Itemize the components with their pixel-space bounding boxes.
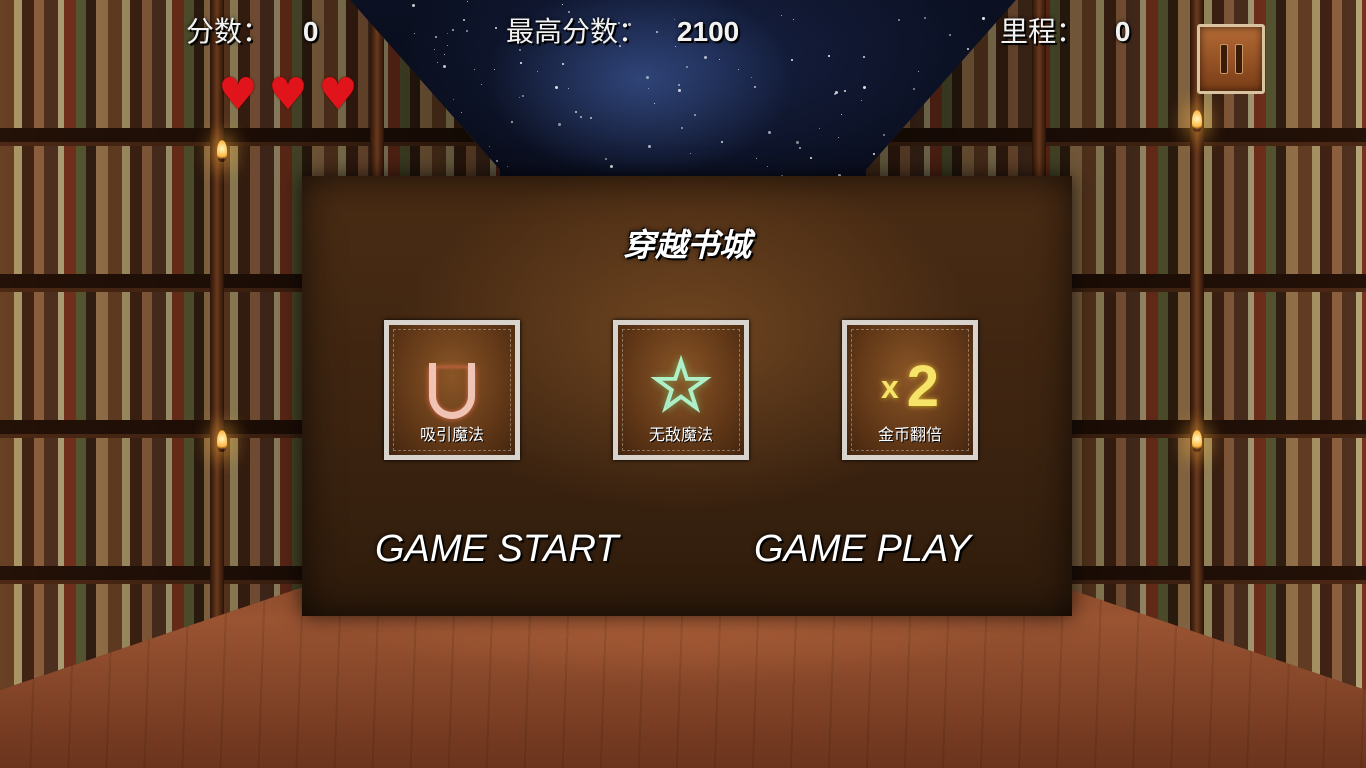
heart-icon: ♥ — [268, 69, 308, 120]
powerup-label: 金币翻倍 — [877, 425, 942, 444]
powerup-magnet[interactable]: 吸引魔法 — [384, 320, 520, 460]
x2-icon: x2 — [880, 354, 940, 419]
game-scene: 分数： 0 最高分数： 2100 里程： 0 ♥ ♥ ♥ 穿越书城 吸引魔法 ☆ 无… — [0, 0, 1366, 768]
magnet-icon — [429, 363, 475, 419]
main-menu-panel: 穿越书城 吸引魔法 ☆ 无敌魔法 x2 金币翻倍 GAME START GAME… — [302, 176, 1072, 616]
game-title: 穿越书城 — [622, 226, 751, 264]
score-value: 0 — [302, 16, 319, 47]
best-score-display: 最高分数： 2100 — [506, 10, 739, 50]
powerup-double-coins[interactable]: x2 金币翻倍 — [842, 320, 978, 460]
distance-display: 里程： 0 — [1000, 10, 1131, 50]
best-score-label: 最高分数： — [506, 15, 647, 48]
star-icon: ☆ — [648, 343, 715, 427]
score-label: 分数： — [186, 15, 271, 48]
lives-hearts: ♥ ♥ ♥ — [215, 69, 361, 120]
score-display: 分数： 0 — [186, 10, 319, 50]
distance-value: 0 — [1114, 16, 1131, 47]
pause-button[interactable] — [1197, 24, 1265, 94]
powerup-label: 无敌魔法 — [648, 425, 713, 444]
powerup-invincible[interactable]: ☆ 无敌魔法 — [613, 320, 749, 460]
heart-icon: ♥ — [218, 69, 258, 120]
distance-label: 里程： — [1000, 15, 1085, 48]
pause-icon — [1219, 44, 1243, 74]
heart-icon: ♥ — [318, 69, 358, 120]
powerup-label: 吸引魔法 — [419, 425, 484, 444]
best-score-value: 2100 — [676, 16, 740, 47]
game-play-button[interactable]: GAME PLAY — [754, 528, 971, 571]
game-start-button[interactable]: GAME START — [375, 528, 619, 571]
